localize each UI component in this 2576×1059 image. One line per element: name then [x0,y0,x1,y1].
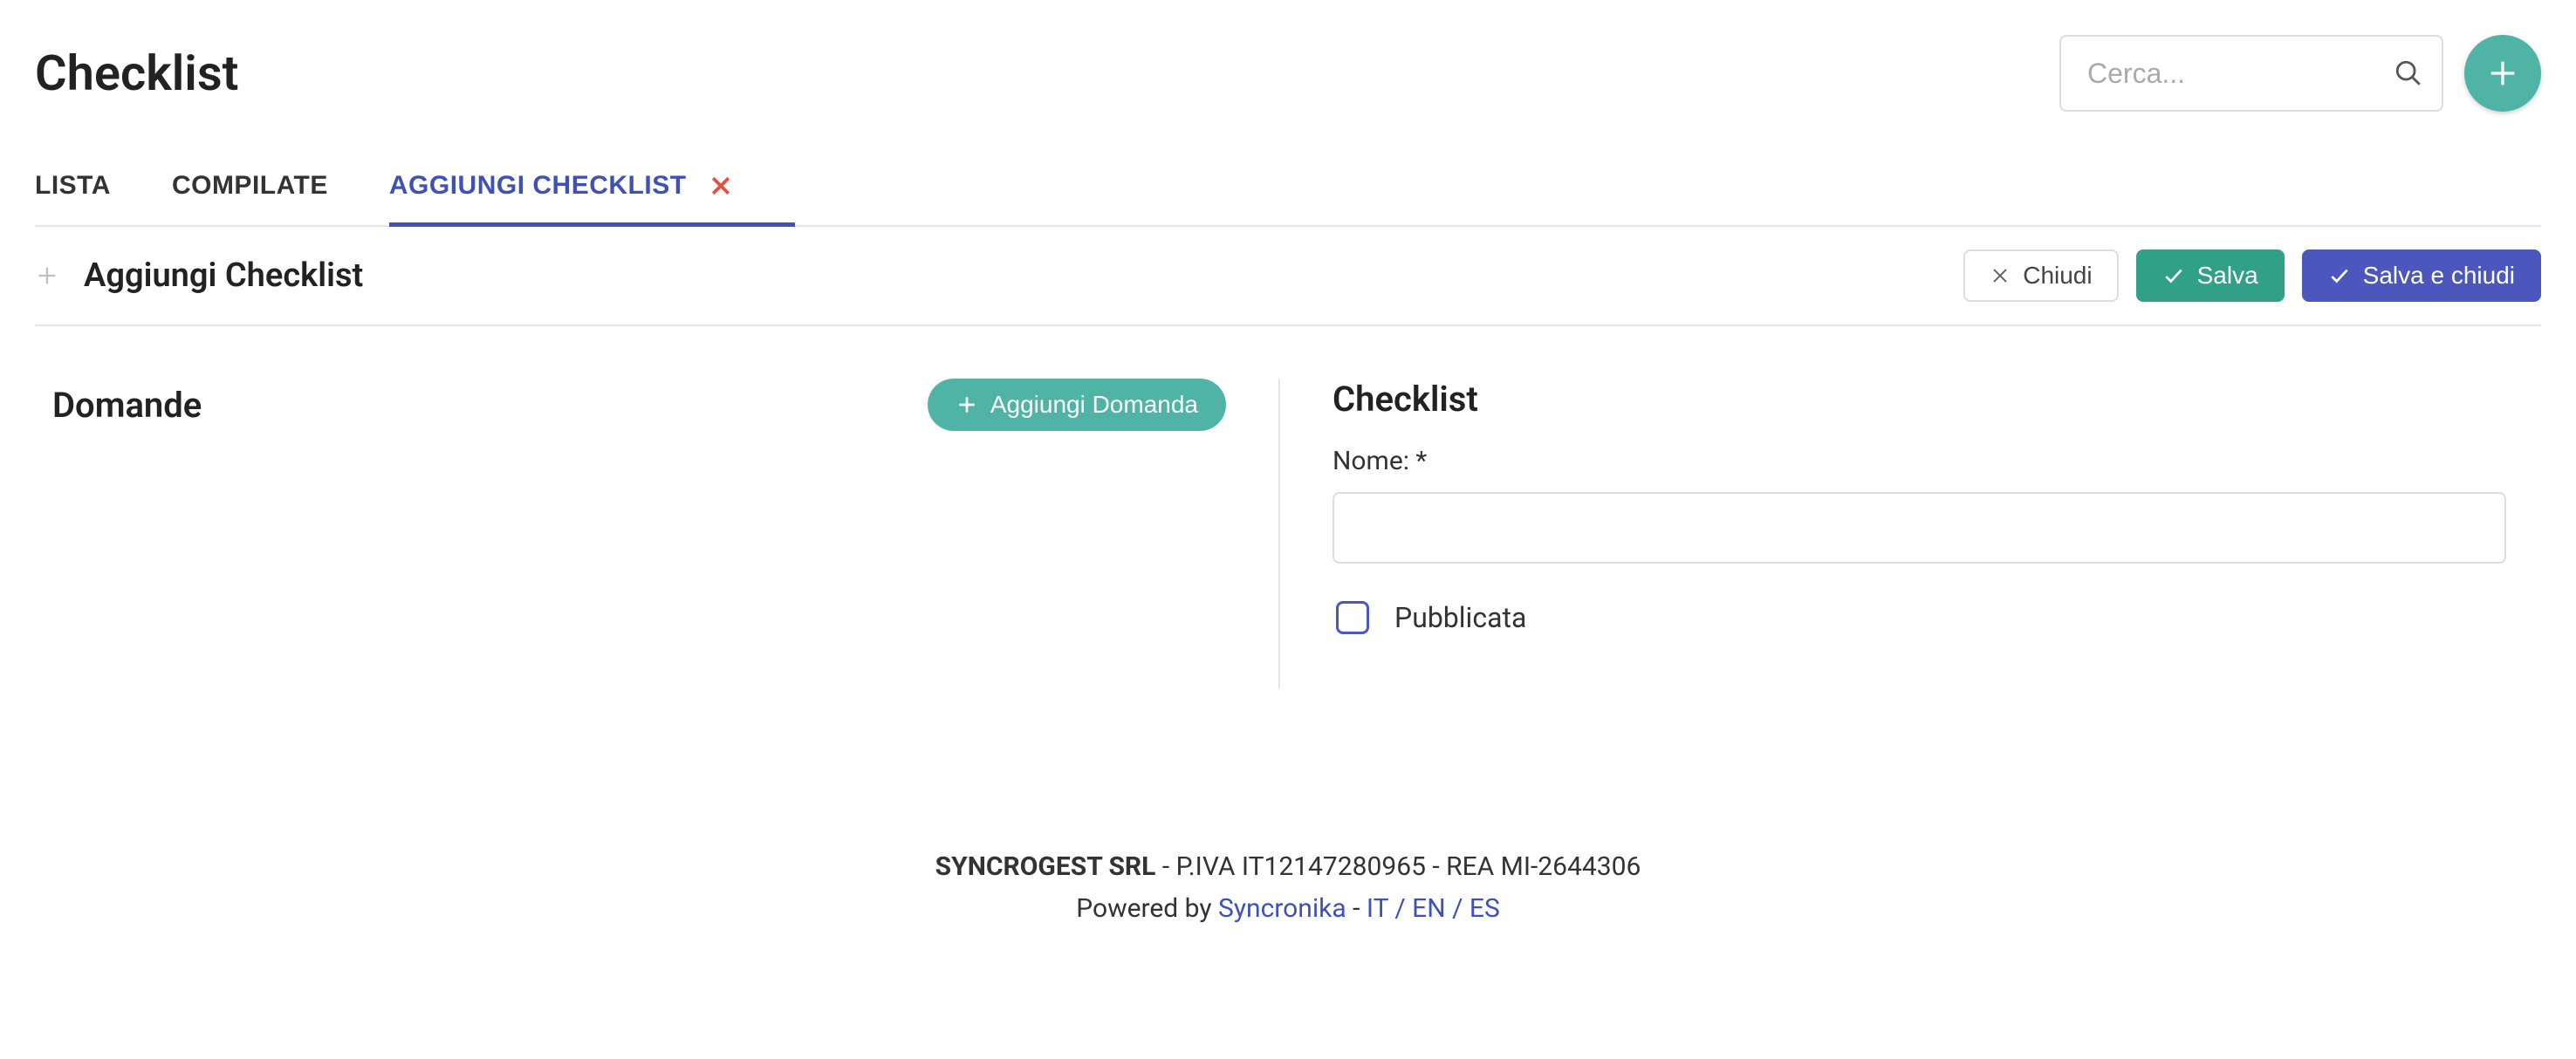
check-icon [2328,264,2351,287]
tab-label: LISTA [35,171,111,200]
plus-icon [956,393,978,416]
close-icon[interactable] [708,173,734,199]
button-label: Salva e chiudi [2363,262,2515,290]
tab-label: COMPILATE [172,171,328,200]
lang-es-link[interactable]: ES [1470,893,1500,924]
questions-title: Domande [52,385,202,426]
name-label: Nome: * [1333,446,2506,476]
add-button[interactable] [2464,35,2541,112]
page-title: Checklist [35,44,238,102]
footer-powered-link[interactable]: Syncronika [1218,893,1346,924]
close-button[interactable]: Chiudi [1963,249,2118,302]
add-question-button[interactable]: Aggiungi Domanda [928,379,1226,431]
name-field[interactable] [1333,492,2506,564]
tab-label: AGGIUNGI CHECKLIST [389,171,687,201]
published-label: Pubblicata [1394,601,1526,634]
search-icon [2394,58,2423,88]
section-title: Aggiungi Checklist [84,256,363,295]
tab-compiled[interactable]: COMPILATE [172,154,328,225]
check-icon [2162,264,2185,287]
published-checkbox[interactable] [1336,601,1369,634]
footer-powered-by: Powered by [1076,893,1218,924]
plus-icon [35,263,59,288]
tabs: LISTA COMPILATE AGGIUNGI CHECKLIST [35,154,2541,227]
lang-it-link[interactable]: IT [1367,893,1388,924]
lang-en-link[interactable]: EN [1412,893,1445,924]
footer-div: / [1388,893,1412,924]
search-button[interactable] [2374,35,2443,112]
tab-add-checklist[interactable]: AGGIUNGI CHECKLIST [389,154,734,225]
footer-company-details: - P.IVA IT12147280965 - REA MI-2644306 [1155,851,1641,882]
footer-company: SYNCROGEST SRL [935,851,1156,882]
button-label: Salva [2197,262,2258,290]
plus-icon [2485,56,2520,91]
button-label: Chiudi [2023,262,2092,290]
close-icon [1990,265,2011,286]
save-button[interactable]: Salva [2136,249,2285,302]
save-and-close-button[interactable]: Salva e chiudi [2302,249,2541,302]
footer-sep: - [1346,893,1367,924]
footer-div: / [1446,893,1470,924]
footer: SYNCROGEST SRL - P.IVA IT12147280965 - R… [35,846,2541,930]
tab-list[interactable]: LISTA [35,154,111,225]
checklist-panel-title: Checklist [1333,379,2506,420]
button-label: Aggiungi Domanda [990,391,1198,419]
